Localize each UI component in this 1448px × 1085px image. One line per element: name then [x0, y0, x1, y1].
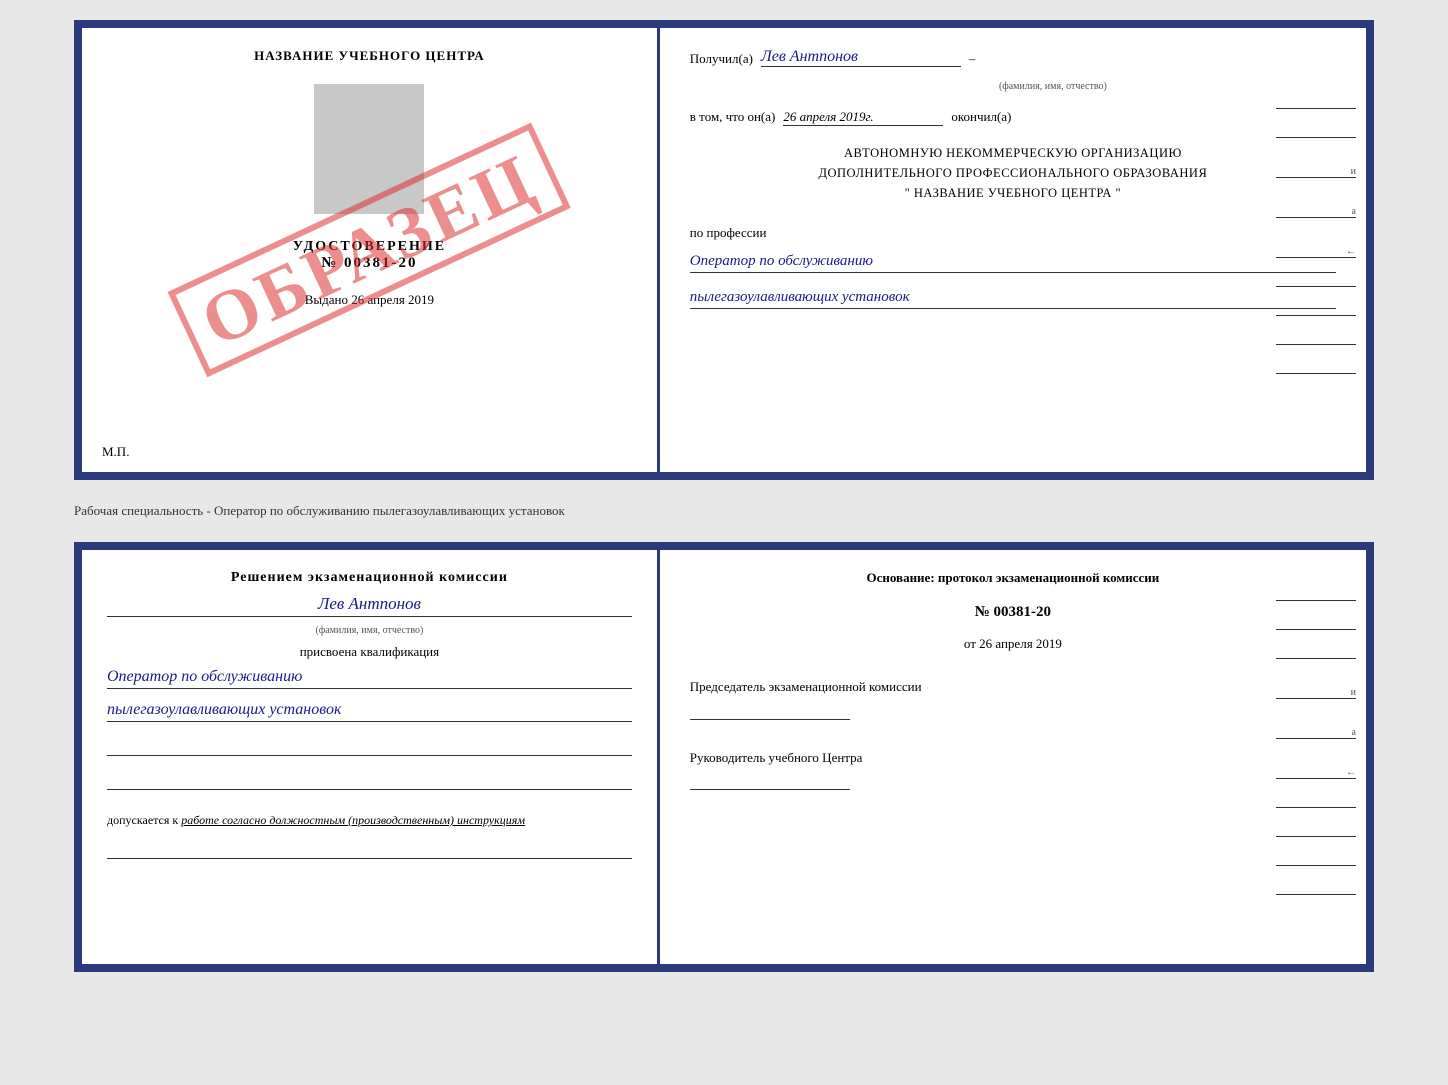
- predsedatel-label: Председатель экзаменационной комиссии: [690, 677, 1336, 697]
- qual-line2: пылегазоулавливающих установок: [107, 701, 632, 722]
- side-dash-7: [1276, 315, 1356, 316]
- ot-date: от 26 апреля 2019: [690, 636, 1336, 652]
- side-dash-3: и: [1276, 166, 1356, 178]
- ot-label: от: [964, 636, 976, 651]
- side-dash-8: [1276, 344, 1356, 345]
- poluchil-dash: –: [969, 51, 976, 67]
- blank-line-3: [107, 841, 632, 859]
- osnovanie-label: Основание: протокол экзаменационной коми…: [690, 570, 1336, 586]
- side-dash-9: [1276, 373, 1356, 374]
- side-dash-6: [1276, 286, 1356, 287]
- side-dash-b1: [1276, 600, 1356, 601]
- side-dash-b7: [1276, 807, 1356, 808]
- fio-label-top: (фамилия, имя, отчество): [770, 81, 1336, 92]
- side-dash-b4: и: [1276, 687, 1356, 699]
- org-name-quoted: " НАЗВАНИЕ УЧЕБНОГО ЦЕНТРА ": [690, 183, 1336, 203]
- blank-line-1: [107, 738, 632, 756]
- udost-label: УДОСТОВЕРЕНИЕ: [293, 239, 446, 255]
- side-dash-b5: а: [1276, 727, 1356, 739]
- rukovoditel-label: Руководитель учебного Центра: [690, 748, 1336, 768]
- qual-line1: Оператор по обслуживанию: [107, 668, 632, 689]
- dopuskaetsya-block: допускается к работе согласно должностны…: [107, 813, 632, 828]
- dopuskaetsya-text: работе согласно должностным (производств…: [181, 813, 525, 827]
- side-dash-5: ←: [1276, 246, 1356, 258]
- predsedatel-sign-line: [690, 702, 850, 720]
- side-dash-2: [1276, 137, 1356, 138]
- rukovoditel-block: Руководитель учебного Центра: [690, 748, 1336, 791]
- side-dash-b3: [1276, 658, 1356, 659]
- right-side-lines-top: и а ←: [1276, 108, 1356, 374]
- udost-number: № 00381-20: [293, 255, 446, 272]
- blank-line-2: [107, 772, 632, 790]
- vtom-okoncil: окончил(а): [951, 109, 1011, 125]
- side-dash-b9: [1276, 865, 1356, 866]
- side-dash-b10: [1276, 894, 1356, 895]
- person-name-top: Лев Антпонов: [761, 48, 961, 67]
- side-dash-b6: ←: [1276, 767, 1356, 779]
- poluchil-label: Получил(а): [690, 51, 753, 67]
- predsedatel-block: Председатель экзаменационной комиссии: [690, 677, 1336, 720]
- vydano-date: 26 апреля 2019: [351, 292, 434, 307]
- middle-label: Рабочая специальность - Оператор по обсл…: [74, 495, 1374, 527]
- vtom-date: 26 апреля 2019г.: [783, 109, 943, 126]
- cert-bottom-left: Решением экзаменационной комиссии Лев Ан…: [82, 550, 660, 964]
- dopuskaetsya-label: допускается к: [107, 813, 178, 827]
- prisvoena-label: присвоена квалификация: [107, 644, 632, 660]
- protokol-number: № 00381-20: [690, 604, 1336, 621]
- ot-date-value: 26 апреля 2019: [979, 636, 1062, 651]
- photo-placeholder: [314, 84, 424, 214]
- side-dash-b2: [1276, 629, 1356, 630]
- udostoverenie-block: УДОСТОВЕРЕНИЕ № 00381-20: [293, 239, 446, 272]
- fio-label-bottom: (фамилия, имя, отчество): [107, 625, 632, 636]
- org-line2: ДОПОЛНИТЕЛЬНОГО ПРОФЕССИОНАЛЬНОГО ОБРАЗО…: [690, 163, 1336, 183]
- po-professii-label: по профессии: [690, 225, 1336, 241]
- org-block: АВТОНОМНУЮ НЕКОММЕРЧЕСКУЮ ОРГАНИЗАЦИЮ ДО…: [690, 143, 1336, 203]
- cert-bottom-right: Основание: протокол экзаменационной коми…: [660, 550, 1366, 964]
- person-name-bottom: Лев Антпонов: [107, 594, 632, 617]
- cert-top-left: НАЗВАНИЕ УЧЕБНОГО ЦЕНТРА УДОСТОВЕРЕНИЕ №…: [82, 28, 660, 472]
- mp-label: М.П.: [102, 444, 129, 460]
- org-line1: АВТОНОМНУЮ НЕКОММЕРЧЕСКУЮ ОРГАНИЗАЦИЮ: [690, 143, 1336, 163]
- vtom-line: в том, что он(а) 26 апреля 2019г. окончи…: [690, 109, 1336, 126]
- side-dash-4: а: [1276, 206, 1356, 218]
- poluchil-block: Получил(а) Лев Антпонов –: [690, 48, 1336, 67]
- top-certificate: НАЗВАНИЕ УЧЕБНОГО ЦЕНТРА УДОСТОВЕРЕНИЕ №…: [74, 20, 1374, 480]
- side-dash-1: [1276, 108, 1356, 109]
- resheniem-title: Решением экзаменационной комиссии: [107, 570, 632, 586]
- side-dash-b8: [1276, 836, 1356, 837]
- prof-line2: пылегазоулавливающих установок: [690, 289, 1336, 309]
- school-title-top: НАЗВАНИЕ УЧЕБНОГО ЦЕНТРА: [254, 48, 485, 64]
- bottom-certificate: Решением экзаменационной комиссии Лев Ан…: [74, 542, 1374, 972]
- vydano-line: Выдано 26 апреля 2019: [305, 292, 434, 308]
- rukovoditel-sign-line: [690, 772, 850, 790]
- vtom-label: в том, что он(а): [690, 109, 776, 125]
- right-side-lines-bottom: и а ←: [1276, 600, 1356, 895]
- document-container: НАЗВАНИЕ УЧЕБНОГО ЦЕНТРА УДОСТОВЕРЕНИЕ №…: [74, 20, 1374, 972]
- prof-line1: Оператор по обслуживанию: [690, 253, 1336, 273]
- vydano-label: Выдано: [305, 292, 348, 307]
- cert-top-right: Получил(а) Лев Антпонов – (фамилия, имя,…: [660, 28, 1366, 472]
